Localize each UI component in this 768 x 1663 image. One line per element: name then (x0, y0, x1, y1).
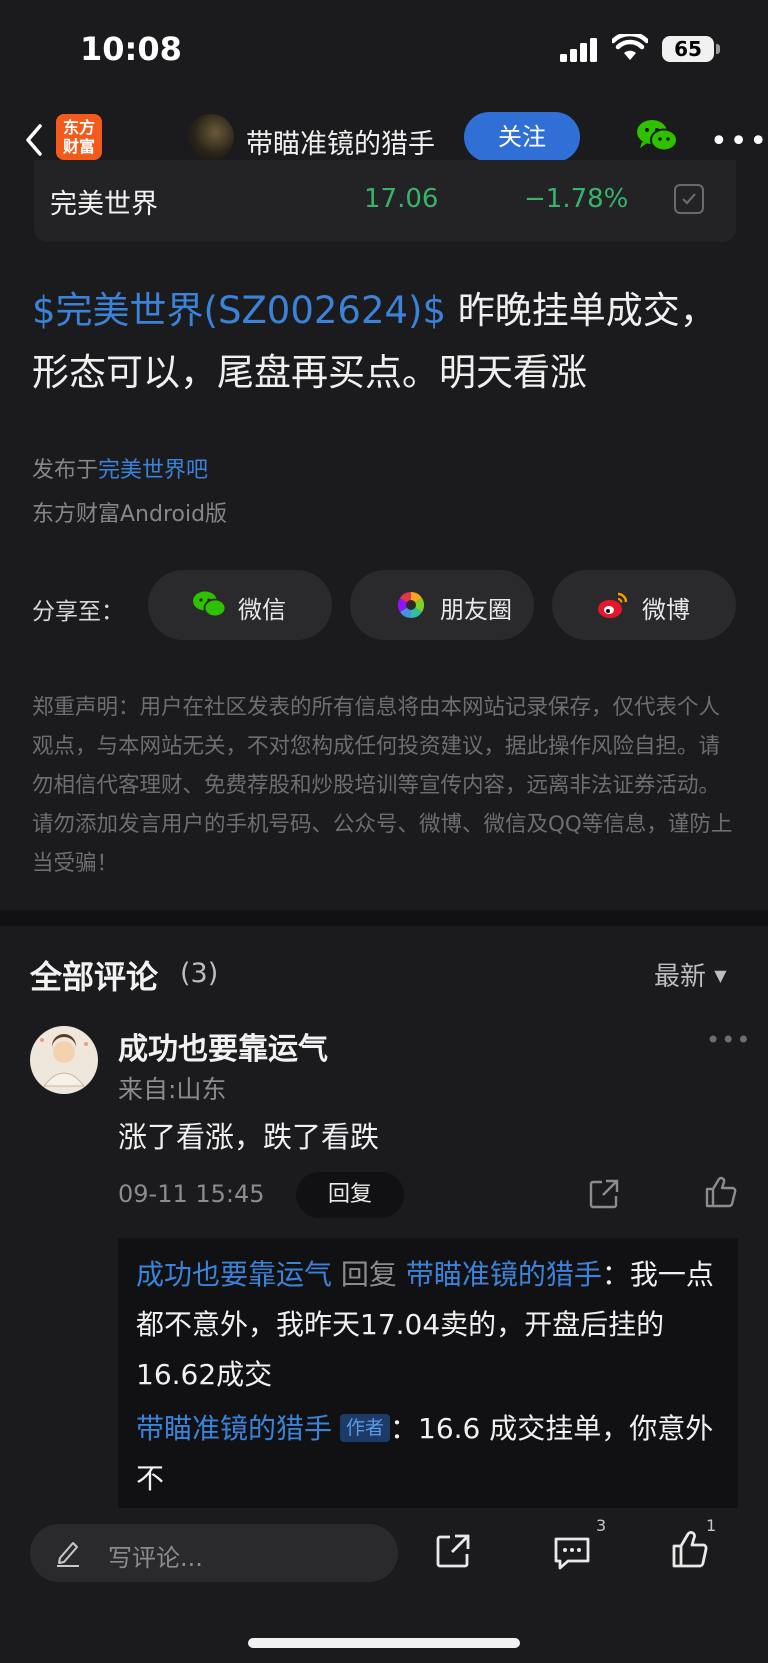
status-bar: 10:08 65 (0, 0, 768, 100)
reply-thread: 成功也要靠运气 回复 带瞄准镜的猎手：我一点都不意外，我昨天17.04卖的，开盘… (118, 1238, 738, 1508)
commenter-location: 来自:山东 (118, 1075, 227, 1104)
app-logo: 东方 财富 (56, 114, 102, 160)
author-badge: 作者 (340, 1414, 391, 1442)
wechat-share-icon[interactable] (636, 118, 678, 154)
reply-from-user[interactable]: 成功也要靠运气 (136, 1258, 332, 1291)
share-wechat-label: 微信 (238, 596, 286, 624)
add-watchlist-checkbox[interactable] (674, 184, 704, 214)
disclaimer-text: 郑重声明：用户在社区发表的所有信息将由本网站记录保存，仅代表个人观点，与本网站无… (32, 695, 733, 876)
reply-from-user[interactable]: 带瞄准镜的猎手 (136, 1412, 332, 1445)
wifi-icon (612, 34, 648, 60)
status-time: 10:08 (80, 30, 182, 68)
sort-dropdown[interactable]: 最新 ▼ (654, 956, 727, 993)
comment-more-icon[interactable]: ••• (706, 1026, 751, 1054)
comment-time: 09-11 15:45 (118, 1180, 265, 1208)
moments-icon (397, 591, 425, 619)
share-moments-label: 朋友圈 (440, 596, 512, 624)
post-board-meta: 发布于完美世界吧 (32, 452, 208, 484)
more-options-icon[interactable]: ••• (710, 124, 768, 159)
comment-icon[interactable] (552, 1534, 592, 1572)
share-weibo-button[interactable]: 微博 (552, 570, 736, 640)
board-link[interactable]: 完美世界吧 (98, 458, 208, 483)
published-prefix: 发布于 (32, 458, 99, 483)
share-weibo-label: 微博 (642, 596, 690, 624)
comment-count-badge: 3 (596, 1516, 607, 1535)
stock-tag-link[interactable]: $完美世界(SZ002624)$ (32, 289, 446, 332)
reply-word: 回复 (332, 1258, 406, 1291)
reply-item[interactable]: 成功也要靠运气 回复 带瞄准镜的猎手：我一点都不意外，我昨天17.04卖的，开盘… (136, 1250, 720, 1400)
commenter-avatar-image (40, 1034, 88, 1087)
reply-to-user[interactable]: 带瞄准镜的猎手 (406, 1258, 602, 1291)
comment-text: 涨了看涨，跌了看跌 (118, 1120, 380, 1154)
caret-down-icon: ▼ (714, 966, 727, 985)
comment-placeholder: 写评论... (108, 1544, 203, 1572)
share-moments-button[interactable]: 朋友圈 (350, 570, 534, 640)
comment-like-icon[interactable] (704, 1176, 738, 1208)
like-count-badge: 1 (706, 1516, 717, 1535)
pencil-icon (57, 1542, 79, 1567)
share-wechat-button[interactable]: 微信 (148, 570, 332, 640)
cellular-signal-icon (560, 38, 597, 62)
stock-quote-card[interactable]: 完美世界 17.06 −1.78% (34, 160, 736, 242)
comments-title: 全部评论 (30, 958, 159, 996)
share-icon[interactable] (434, 1532, 472, 1570)
follow-button[interactable]: 关注 (464, 112, 580, 162)
post-client: 东方财富Android版 (32, 502, 228, 527)
weibo-icon (598, 592, 628, 618)
author-avatar[interactable] (188, 114, 234, 160)
comment-input[interactable]: 写评论... (30, 1524, 398, 1582)
commenter-avatar[interactable] (30, 1026, 98, 1094)
section-divider (0, 910, 768, 926)
comments-count: (3) (180, 958, 219, 989)
home-indicator (248, 1638, 520, 1648)
reply-button[interactable]: 回复 (296, 1172, 404, 1218)
author-name[interactable]: 带瞄准镜的猎手 (246, 122, 435, 161)
like-icon[interactable] (670, 1530, 710, 1570)
stock-price: 17.06 (364, 184, 439, 214)
stock-name: 完美世界 (50, 189, 158, 220)
bottom-action-bar: 写评论... 3 1 (0, 1508, 768, 1663)
share-label: 分享至： (32, 599, 124, 625)
post-content: $完美世界(SZ002624)$ 昨晚挂单成交，形态可以，尾盘再买点。明天看涨 (32, 280, 736, 404)
sort-label: 最新 (654, 962, 707, 992)
wechat-icon (193, 591, 226, 618)
comment-share-icon[interactable] (588, 1178, 620, 1210)
back-arrow-icon[interactable] (20, 120, 50, 160)
commenter-name[interactable]: 成功也要靠运气 (118, 1024, 328, 1068)
battery-tip (716, 44, 720, 54)
reply-item[interactable]: 带瞄准镜的猎手 作者 ：16.6 成交挂单，你意外不 (136, 1404, 720, 1504)
battery-indicator: 65 (662, 36, 714, 62)
stock-change: −1.78% (524, 184, 629, 214)
check-icon (682, 193, 696, 205)
